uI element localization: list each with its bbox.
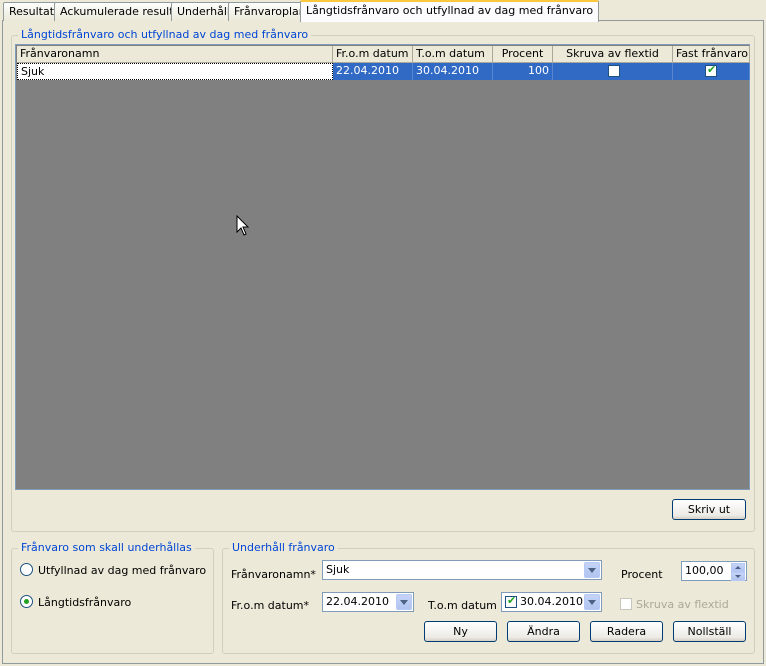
- radio-fill-day[interactable]: [20, 563, 33, 576]
- absence-grid[interactable]: Frånvaronamn Fr.o.m datum T.o.m datum Pr…: [15, 44, 750, 490]
- absence-name-select[interactable]: Sjuk: [322, 560, 602, 580]
- chevron-down-icon[interactable]: [584, 562, 600, 578]
- to-date-value: 30.04.2010: [520, 595, 583, 608]
- cell-fixed-absence[interactable]: ✔: [673, 63, 750, 80]
- cell-percent[interactable]: 100: [493, 63, 553, 80]
- column-header-from-date[interactable]: Fr.o.m datum: [333, 46, 413, 63]
- maintain-type-group-title: Frånvaro som skall underhållas: [18, 541, 195, 554]
- spin-down-icon[interactable]: [731, 572, 745, 581]
- edit-absence-group-title: Underhåll frånvaro: [229, 541, 338, 554]
- edit-button[interactable]: Ändra: [507, 621, 580, 642]
- tab-resultat[interactable]: Resultat: [3, 2, 61, 21]
- column-header-percent[interactable]: Procent: [493, 46, 553, 63]
- percent-label: Procent: [621, 568, 663, 581]
- to-date-checkbox[interactable]: ✔: [505, 594, 517, 608]
- from-date-picker[interactable]: 22.04.2010: [322, 592, 414, 612]
- fixed-absence-checkbox[interactable]: ✔: [705, 63, 717, 77]
- mouse-cursor-icon: [236, 215, 250, 236]
- from-date-label: Fr.o.m datum*: [231, 599, 310, 612]
- column-header-fixed-absence[interactable]: Fast frånvaro: [673, 46, 750, 63]
- spin-up-icon[interactable]: [731, 563, 745, 572]
- check-icon: ✔: [707, 63, 717, 76]
- cell-from-date[interactable]: 22.04.2010: [333, 63, 413, 80]
- chevron-down-icon[interactable]: [396, 594, 412, 610]
- radio-long-term[interactable]: [20, 595, 33, 608]
- to-date-label: T.o.m datum: [428, 599, 497, 612]
- table-row[interactable]: Sjuk 22.04.2010 30.04.2010 100 ✔: [17, 63, 750, 80]
- print-button[interactable]: Skriv ut: [672, 499, 746, 520]
- tab-underhall[interactable]: Underhåll: [171, 2, 236, 21]
- column-header-flextime-off[interactable]: Skruva av flextid: [553, 46, 673, 63]
- column-header-franvaronamn[interactable]: Frånvaronamn: [17, 46, 333, 63]
- grid-header: Frånvaronamn Fr.o.m datum T.o.m datum Pr…: [17, 46, 750, 63]
- cell-flextime-off[interactable]: [553, 63, 673, 80]
- check-icon: ✔: [507, 594, 517, 607]
- radio-fill-day-label[interactable]: Utfyllnad av dag med frånvaro: [38, 564, 206, 577]
- reset-button[interactable]: Nollställ: [673, 621, 746, 642]
- from-date-value: 22.04.2010: [326, 595, 389, 608]
- cell-to-date[interactable]: 30.04.2010: [413, 63, 493, 80]
- absence-name-label: Frånvaronamn*: [231, 568, 316, 581]
- new-button[interactable]: Ny: [424, 621, 497, 642]
- column-header-to-date[interactable]: T.o.m datum: [413, 46, 493, 63]
- absence-list-group-title: Långtidsfrånvaro och utfyllnad av dag me…: [18, 28, 312, 41]
- radio-long-term-label[interactable]: Långtidsfrånvaro: [38, 596, 131, 609]
- flextime-label: Skruva av flextid: [636, 598, 729, 611]
- flextime-off-checkbox[interactable]: [608, 65, 620, 77]
- tab-langtidsfranvaro[interactable]: Långtidsfrånvaro och utfyllnad av dag me…: [300, 0, 600, 22]
- flextime-checkbox[interactable]: [620, 598, 632, 610]
- percent-stepper[interactable]: 100,00: [681, 561, 747, 581]
- cell-name[interactable]: Sjuk: [17, 63, 333, 80]
- to-date-picker[interactable]: ✔ 30.04.2010: [501, 592, 602, 612]
- chevron-down-icon[interactable]: [584, 594, 600, 610]
- absence-name-value: Sjuk: [326, 563, 350, 576]
- delete-button[interactable]: Radera: [590, 621, 663, 642]
- percent-value: 100,00: [685, 564, 724, 577]
